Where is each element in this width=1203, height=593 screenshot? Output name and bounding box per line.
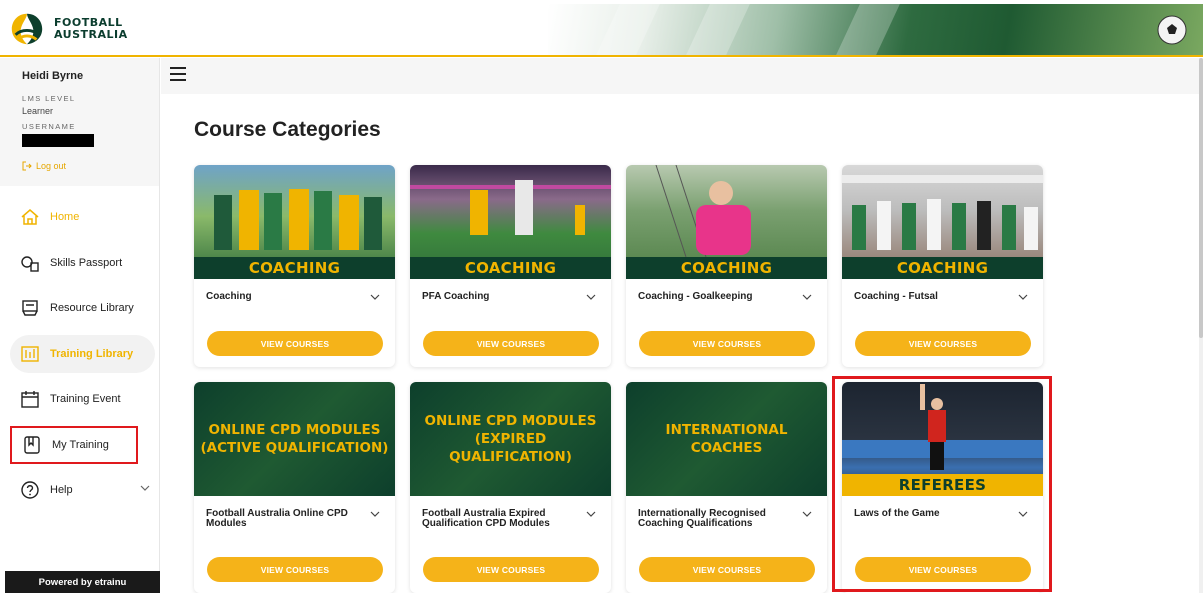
card-image: ONLINE CPD MODULES (ACTIVE QUALIFICATION… — [194, 382, 395, 496]
calendar-icon — [20, 389, 40, 409]
page-title: Course Categories — [194, 118, 381, 141]
course-category-card[interactable]: COACHING Coaching - Futsal VIEW COURSES — [842, 165, 1043, 367]
card-image: INTERNATIONAL COACHES — [626, 382, 827, 496]
card-image: COACHING — [842, 165, 1043, 279]
card-banner: COACHING — [410, 257, 611, 279]
course-category-card[interactable]: COACHING Coaching VIEW COURSES — [194, 165, 395, 367]
chevron-down-icon[interactable] — [369, 291, 381, 303]
sidebar-item-my-training[interactable]: My Training — [10, 425, 138, 464]
sidebar-item-label: Training Event — [50, 393, 121, 405]
view-courses-button[interactable]: VIEW COURSES — [639, 557, 815, 582]
scrollbar[interactable] — [1199, 58, 1203, 593]
sidebar-item-help[interactable]: Help — [10, 471, 155, 509]
sidebar-item-label: Resource Library — [50, 302, 134, 314]
view-courses-button[interactable]: VIEW COURSES — [207, 331, 383, 356]
football-australia-logo[interactable]: FOOTBALL AUSTRALIA — [8, 10, 128, 48]
sidebar-item-training-event[interactable]: Training Event — [10, 380, 155, 418]
training-library-icon — [20, 344, 40, 364]
card-title: PFA Coaching — [422, 291, 490, 302]
card-image: COACHING — [626, 165, 827, 279]
logo-wordmark: FOOTBALL AUSTRALIA — [54, 16, 128, 41]
card-banner: ONLINE CPD MODULES (EXPIRED QUALIFICATIO… — [424, 413, 597, 465]
card-title: Coaching - Goalkeeping — [638, 291, 753, 302]
sidebar-item-label: Training Library — [50, 347, 134, 360]
hamburger-menu-icon[interactable] — [170, 67, 186, 81]
course-category-card[interactable]: ONLINE CPD MODULES (EXPIRED QUALIFICATIO… — [410, 382, 611, 593]
view-courses-button[interactable]: VIEW COURSES — [207, 557, 383, 582]
username-label: USERNAME — [22, 122, 76, 131]
sidebar-item-skills-passport[interactable]: Skills Passport — [10, 244, 155, 282]
my-training-icon — [22, 435, 42, 455]
logout-label: Log out — [36, 161, 67, 171]
sidebar-item-label: Skills Passport — [50, 256, 123, 269]
sidebar-item-label: Home — [50, 211, 80, 223]
view-courses-button[interactable]: VIEW COURSES — [855, 331, 1031, 356]
card-banner: COACHING — [626, 257, 827, 279]
soccer-ball-icon — [1157, 15, 1187, 45]
scrollbar-thumb[interactable] — [1199, 58, 1203, 338]
chevron-down-icon[interactable] — [139, 482, 151, 494]
card-banner: COACHING — [194, 257, 395, 279]
course-category-card[interactable]: COACHING Coaching - Goalkeeping VIEW COU… — [626, 165, 827, 367]
chevron-down-icon[interactable] — [1017, 291, 1029, 303]
sidebar-item-label: My Training — [52, 438, 109, 451]
card-banner: COACHING — [842, 257, 1043, 279]
home-icon — [20, 207, 40, 227]
lms-level-value: Learner — [22, 106, 54, 116]
course-category-card[interactable]: INTERNATIONAL COACHES Internationally Re… — [626, 382, 827, 593]
card-title: Coaching - Futsal — [854, 291, 938, 302]
course-category-card[interactable]: ONLINE CPD MODULES (ACTIVE QUALIFICATION… — [194, 382, 395, 593]
chevron-down-icon[interactable] — [801, 508, 813, 520]
sidebar-item-home[interactable]: Home — [10, 198, 155, 236]
card-banner: ONLINE CPD MODULES (ACTIVE QUALIFICATION… — [200, 422, 389, 456]
card-title: Internationally Recognised Coaching Qual… — [638, 508, 766, 529]
sidebar-item-training-library[interactable]: Training Library — [10, 334, 155, 373]
card-image: ONLINE CPD MODULES (EXPIRED QUALIFICATIO… — [410, 382, 611, 496]
help-icon — [20, 480, 40, 500]
logout-icon — [22, 161, 32, 171]
card-banner: INTERNATIONAL COACHES — [665, 422, 788, 456]
chevron-down-icon[interactable] — [585, 508, 597, 520]
user-name: Heidi Byrne — [22, 70, 84, 82]
header: FOOTBALL AUSTRALIA — [0, 0, 1203, 57]
header-banner-image — [548, 4, 1203, 55]
card-image: COACHING — [410, 165, 611, 279]
skills-passport-icon — [20, 253, 40, 273]
sidebar-item-resource-library[interactable]: Resource Library — [10, 289, 155, 327]
view-courses-button[interactable]: VIEW COURSES — [639, 331, 815, 356]
top-bar — [161, 58, 1203, 94]
sidebar-nav: Home Skills Passport Resource Library Tr… — [10, 198, 155, 517]
chevron-down-icon[interactable] — [801, 291, 813, 303]
football-australia-logo-icon — [11, 13, 43, 45]
course-category-card[interactable]: COACHING PFA Coaching VIEW COURSES — [410, 165, 611, 367]
sidebar: Heidi Byrne LMS LEVEL Learner USERNAME L… — [0, 58, 160, 593]
view-courses-button[interactable]: VIEW COURSES — [423, 557, 599, 582]
chevron-down-icon[interactable] — [585, 291, 597, 303]
username-redacted — [22, 134, 94, 147]
resource-library-icon — [20, 298, 40, 318]
card-title: Football Australia Expired Qualification… — [422, 508, 550, 529]
card-image: COACHING — [194, 165, 395, 279]
sidebar-item-label: Help — [50, 484, 73, 496]
card-title: Coaching — [206, 291, 252, 302]
lms-level-label: LMS LEVEL — [22, 94, 76, 103]
chevron-down-icon[interactable] — [369, 508, 381, 520]
highlight-box-referees — [832, 376, 1052, 592]
view-courses-button[interactable]: VIEW COURSES — [423, 331, 599, 356]
powered-by-footer: Powered by etrainu — [5, 571, 160, 593]
card-title: Football Australia Online CPD Modules — [206, 508, 348, 529]
logout-link[interactable]: Log out — [22, 161, 137, 171]
user-profile-panel: Heidi Byrne LMS LEVEL Learner USERNAME L… — [0, 58, 159, 186]
